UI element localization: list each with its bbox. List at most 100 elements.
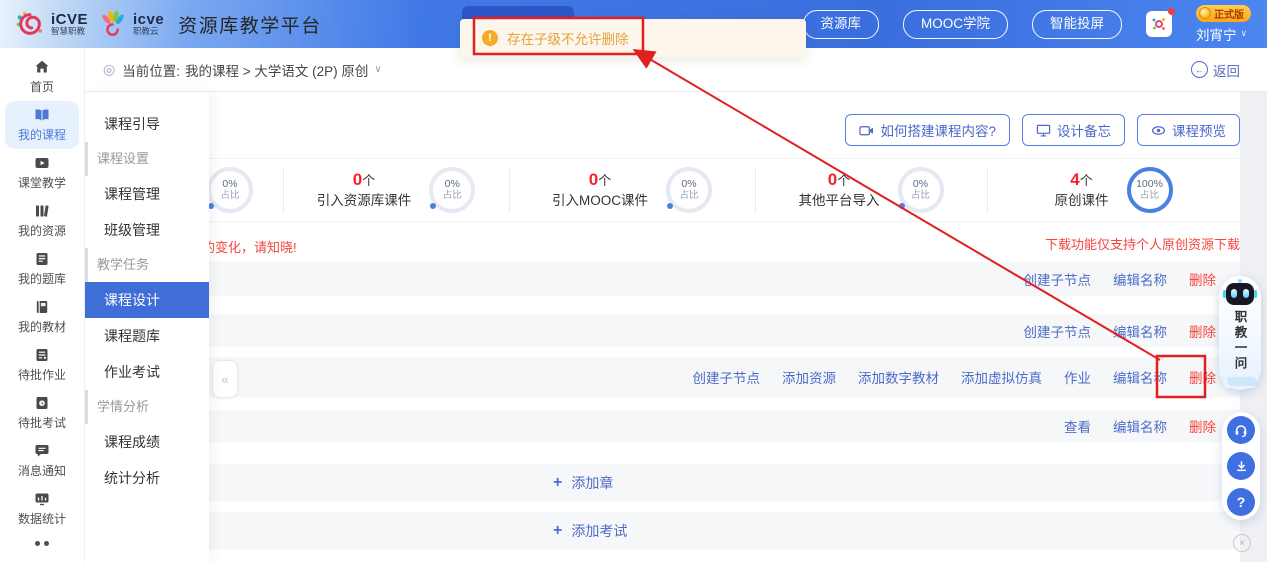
books-icon [34, 203, 50, 219]
robot-icon [1226, 283, 1254, 305]
assistant-widget[interactable]: 职教一问 [1219, 276, 1261, 390]
notice-download-restriction: 下载功能仅支持个人原创资源下载 [1045, 234, 1240, 253]
version-badge: 正式版 [1196, 5, 1251, 22]
stat-resource-library-courseware: 0个 引入资源库课件 0% 占比 [283, 159, 509, 221]
design-memo-button[interactable]: 设计备忘 [1022, 114, 1125, 146]
username[interactable]: 刘宵宁∨ [1196, 24, 1247, 44]
breadcrumb-path[interactable]: 我的课程 > 大学语文 (2P) 原创 [185, 60, 368, 80]
homework-link[interactable]: 作业 [1064, 367, 1091, 387]
sidebar-item-home[interactable]: 首页 [0, 53, 84, 101]
platform-title: 资源库教学平台 [178, 11, 322, 38]
download-icon [1234, 459, 1249, 474]
add-virtual-simulation-link[interactable]: 添加虚拟仿真 [961, 367, 1042, 387]
menu-item-course-design[interactable]: 课程设计 [85, 282, 209, 318]
sidebar-item-my-question-bank[interactable]: 我的题库 [0, 245, 84, 293]
sidebar: 首页 我的课程 课堂教学 我的资源 我的题库 我的教材 待批作业 待批考试 [0, 48, 85, 562]
app-launcher-icon[interactable] [1146, 11, 1172, 37]
menu-item-course-management[interactable]: 课程管理 [85, 176, 209, 212]
edit-name-link[interactable]: 编辑名称 [1113, 269, 1167, 289]
view-link[interactable]: 查看 [1064, 416, 1091, 436]
divider [755, 167, 756, 213]
add-chapter-button[interactable]: + 添加章 [94, 464, 1240, 501]
user-block[interactable]: 正式版 刘宵宁∨ [1196, 5, 1251, 44]
progress-ring: 0% 占比 [898, 167, 944, 213]
edit-name-link[interactable]: 编辑名称 [1113, 367, 1167, 387]
page: iCVE 智慧职教 icve 职教云 资源库教学平台 资 [0, 0, 1267, 562]
open-book-icon [34, 107, 50, 123]
sidebar-item-messages[interactable]: 消息通知 [0, 437, 84, 485]
cloud-decoration [1223, 377, 1257, 388]
add-digital-textbook-link[interactable]: 添加数字教材 [858, 367, 939, 387]
tree-row: 创建子节点 编辑名称 删除 [94, 262, 1240, 296]
menu-item-course-guide[interactable]: 课程引导 [85, 106, 209, 142]
stat-original-courseware: 4个 原创课件 100% 占比 [987, 159, 1240, 221]
breadcrumb-label: 当前位置: [122, 60, 180, 80]
logo-secondary-name: icve [133, 12, 164, 28]
tree-row: 查看 编辑名称 删除 [94, 410, 1240, 442]
delete-link-highlighted[interactable]: 删除 [1189, 367, 1216, 387]
create-child-node-link[interactable]: 创建子节点 [1024, 269, 1092, 289]
back-button[interactable]: ← 返回 [1191, 60, 1240, 80]
icve-yun-logo: icve 职教云 [98, 10, 164, 38]
progress-ring: 0% 占比 [429, 167, 475, 213]
plus-icon: + [553, 474, 562, 492]
logo-group: iCVE 智慧职教 icve 职教云 [14, 10, 164, 38]
progress-ring: 0% 占比 [666, 167, 712, 213]
course-preview-button[interactable]: 课程预览 [1137, 114, 1240, 146]
sidebar-item-pending-exams[interactable]: 待批考试 [0, 389, 84, 437]
edit-name-link[interactable]: 编辑名称 [1113, 321, 1167, 341]
menu-item-course-question-bank[interactable]: 课程题库 [85, 318, 209, 354]
collapse-panel-button[interactable]: « [212, 360, 238, 398]
nav-mooc-button[interactable]: MOOC学院 [903, 10, 1008, 39]
download-button[interactable] [1227, 452, 1255, 480]
assistant-label: 职教一问 [1231, 310, 1250, 372]
create-child-node-link[interactable]: 创建子节点 [1024, 321, 1092, 341]
header-right: 资源库 MOOC学院 智能投屏 正式版 刘宵宁∨ [803, 0, 1252, 48]
delete-link[interactable]: 删除 [1189, 269, 1216, 289]
tree-row: 创建子节点 编辑名称 删除 [94, 314, 1240, 347]
menu-item-course-grades[interactable]: 课程成绩 [85, 424, 209, 460]
courseware-stats-row: 0% 占比 0个 引入资源库课件 0% 占比 0个 引入MOOC课件 0% [85, 158, 1240, 222]
progress-ring: 0% 占比 [207, 167, 253, 213]
delete-link[interactable]: 删除 [1189, 321, 1216, 341]
add-exam-button[interactable]: + 添加考试 [94, 512, 1240, 549]
toolbar: 如何搭建课程内容? 设计备忘 课程预览 [845, 114, 1240, 146]
menu-item-statistical-analysis[interactable]: 统计分析 [85, 460, 209, 496]
homework-icon [34, 347, 50, 363]
menu-section-learning-analysis: 学情分析 [85, 390, 209, 424]
sidebar-item-classroom-teaching[interactable]: 课堂教学 [0, 149, 84, 197]
plus-icon: + [553, 522, 562, 540]
progress-ring-full: 100% 占比 [1127, 167, 1173, 213]
menu-item-class-management[interactable]: 班级管理 [85, 212, 209, 248]
add-resource-link[interactable]: 添加资源 [782, 367, 836, 387]
play-video-icon [34, 155, 50, 171]
sidebar-item-my-courses[interactable]: 我的课程 [5, 101, 79, 149]
customer-service-button[interactable] [1227, 416, 1255, 444]
menu-section-course-settings: 课程设置 [85, 142, 209, 176]
edit-name-link[interactable]: 编辑名称 [1113, 416, 1167, 436]
create-child-node-link[interactable]: 创建子节点 [693, 367, 761, 387]
nav-resource-library-button[interactable]: 资源库 [803, 10, 880, 39]
sidebar-item-my-resources[interactable]: 我的资源 [0, 197, 84, 245]
notification-dot [1168, 8, 1175, 15]
question-bank-icon [34, 251, 50, 267]
stat-mooc-courseware: 0个 引入MOOC课件 0% 占比 [509, 159, 755, 221]
headset-icon [1233, 422, 1249, 438]
logo-primary-name: iCVE [51, 12, 88, 28]
sidebar-item-data-statistics[interactable]: 数据统计 [0, 485, 84, 533]
peacock-icon [98, 10, 128, 38]
sidebar-item-partial-icon [0, 541, 84, 546]
menu-section-teaching-tasks: 教学任务 [85, 248, 209, 282]
help-button[interactable]: ? [1227, 488, 1255, 516]
delete-link[interactable]: 删除 [1189, 416, 1216, 436]
stat-other-platform-import: 0个 其他平台导入 0% 占比 [755, 159, 987, 221]
how-to-build-course-button[interactable]: 如何搭建课程内容? [845, 114, 1010, 146]
sidebar-item-pending-homework[interactable]: 待批作业 [0, 341, 84, 389]
tree-row: 创建子节点 添加资源 添加数字教材 添加虚拟仿真 作业 编辑名称 删除 [94, 357, 1240, 397]
menu-item-homework-exam[interactable]: 作业考试 [85, 354, 209, 390]
floating-buttons: ? [1222, 412, 1260, 520]
nav-screencast-button[interactable]: 智能投屏 [1032, 10, 1122, 39]
sidebar-item-my-textbooks[interactable]: 我的教材 [0, 293, 84, 341]
close-floating-button[interactable]: × [1233, 534, 1251, 552]
breadcrumb-chevron-down-icon[interactable]: ∨ [374, 64, 381, 75]
